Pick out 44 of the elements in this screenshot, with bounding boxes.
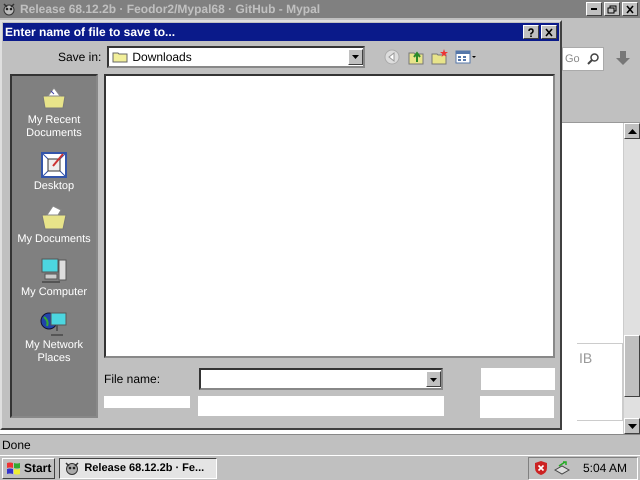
search-field[interactable]: Go [562, 47, 604, 71]
window-title: Release 68.12.2b · Feodor2/Mypal68 · GitHub - Mypal [20, 2, 322, 16]
close-icon [625, 4, 635, 14]
close-icon [544, 28, 554, 36]
scroll-down-button[interactable] [624, 418, 640, 434]
place-item[interactable]: My Computer [12, 256, 96, 299]
view-menu-icon[interactable] [455, 48, 478, 64]
status-text: Done [0, 434, 640, 455]
restore-icon [607, 4, 617, 14]
network-icon[interactable] [552, 460, 571, 476]
file-list[interactable] [104, 74, 555, 358]
place-item[interactable]: Desktop [12, 150, 96, 193]
up-arrow-icon [628, 128, 636, 134]
help-icon [526, 28, 536, 36]
search-icon [586, 52, 600, 66]
partial-text: IB [579, 350, 592, 366]
desktop-icon [39, 150, 69, 180]
dialog-title: Enter name of file to save to... [5, 25, 176, 39]
place-item[interactable]: My Recent Documents [12, 84, 96, 140]
clock: 5:04 AM [582, 461, 627, 475]
help-button[interactable] [523, 25, 539, 39]
close-button[interactable] [622, 2, 638, 16]
minimize-icon [591, 8, 597, 10]
file-name-label: File name: [104, 372, 162, 386]
scrollbar[interactable] [624, 123, 640, 434]
new-folder-icon[interactable] [431, 48, 450, 66]
file-name-field[interactable] [199, 368, 443, 390]
save-in-label: Save in: [58, 50, 102, 64]
place-item[interactable]: My Documents [12, 203, 96, 246]
computer-icon [39, 256, 69, 286]
windows-logo-icon [6, 461, 22, 475]
shield-icon[interactable] [532, 460, 549, 476]
close-button[interactable] [541, 25, 557, 39]
start-button[interactable]: Start [2, 458, 56, 478]
folder-icon [112, 50, 128, 63]
place-item[interactable]: My Network Places [12, 309, 96, 365]
minimize-button[interactable] [586, 2, 602, 16]
taskbar-button[interactable]: Release 68.12.2b · Fe... [59, 458, 218, 478]
blank-field[interactable] [198, 396, 444, 416]
save-in-dropdown[interactable]: Downloads [107, 46, 366, 68]
restore-button[interactable] [604, 2, 620, 16]
scroll-thumb[interactable] [624, 335, 640, 397]
down-arrow-icon [628, 424, 636, 428]
scroll-up-button[interactable] [624, 123, 640, 139]
